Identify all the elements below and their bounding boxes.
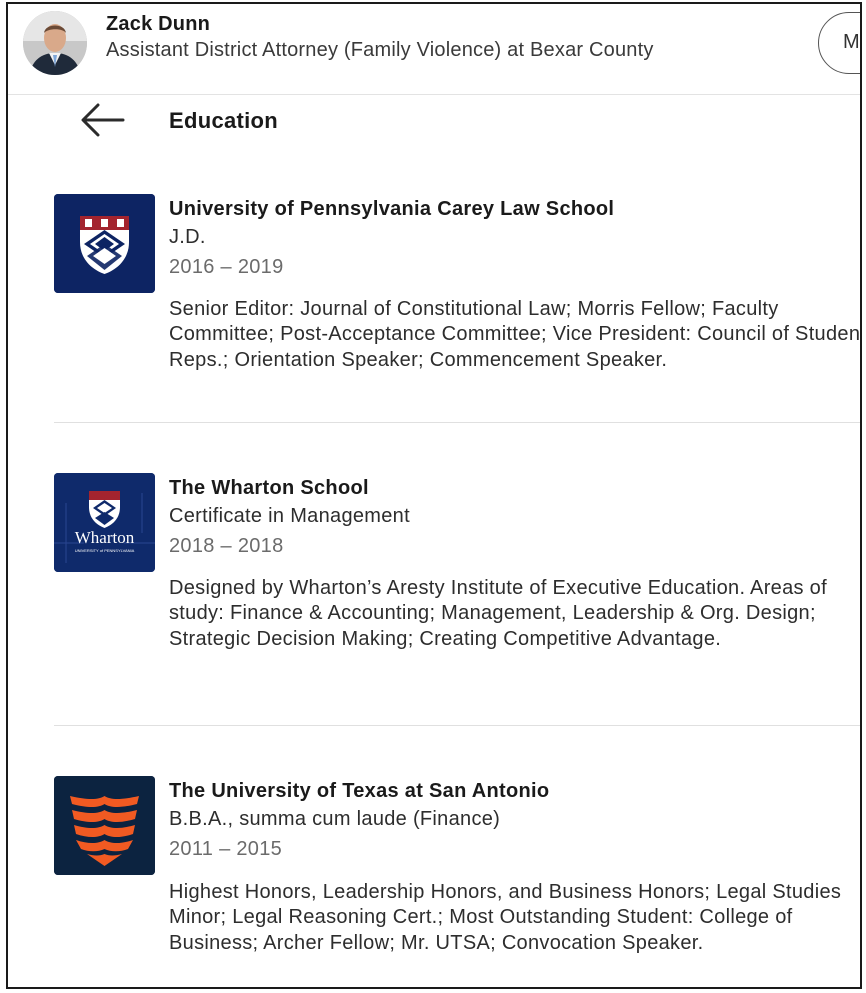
page-title: Education <box>169 108 279 133</box>
penn-shield-logo[interactable] <box>54 194 155 293</box>
date-range: 2018 – 2018 <box>169 535 284 557</box>
profile-education-panel: Zack Dunn Assistant District Attorney (F… <box>6 2 862 989</box>
wharton-logo-subtext: UNIVERSITY of PENNSYLVANIA <box>75 548 135 553</box>
profile-header: Zack Dunn Assistant District Attorney (F… <box>8 4 860 95</box>
profile-headline: Assistant District Attorney (Family Viol… <box>106 39 654 61</box>
degree-label: Certificate in Management <box>169 505 410 527</box>
entry-description: Designed by Wharton’s Aresty Institute o… <box>169 577 827 650</box>
avatar-photo <box>23 11 87 75</box>
wharton-logo-wordmark: Wharton <box>75 528 135 547</box>
utsa-logo[interactable] <box>54 776 155 875</box>
date-range: 2011 – 2015 <box>169 838 283 860</box>
entry-description: Senior Editor: Journal of Constitutional… <box>169 298 862 371</box>
date-range: 2016 – 2019 <box>169 256 284 278</box>
arrow-left-icon <box>81 103 125 137</box>
wharton-logo[interactable]: Wharton UNIVERSITY of PENNSYLVANIA <box>54 473 155 572</box>
avatar[interactable] <box>23 11 87 75</box>
message-button[interactable]: M <box>818 12 860 74</box>
entry-divider <box>54 725 860 726</box>
degree-label: J.D. <box>169 226 206 248</box>
degree-label: B.B.A., summa cum laude (Finance) <box>169 808 501 830</box>
school-name[interactable]: University of Pennsylvania Carey Law Sch… <box>169 198 614 221</box>
school-name[interactable]: The Wharton School <box>169 477 369 500</box>
profile-name[interactable]: Zack Dunn <box>106 13 210 36</box>
back-button[interactable] <box>78 100 126 140</box>
entry-description: Highest Honors, Leadership Honors, and B… <box>169 881 842 954</box>
entry-divider <box>54 422 860 423</box>
school-name[interactable]: The University of Texas at San Antonio <box>169 780 549 803</box>
